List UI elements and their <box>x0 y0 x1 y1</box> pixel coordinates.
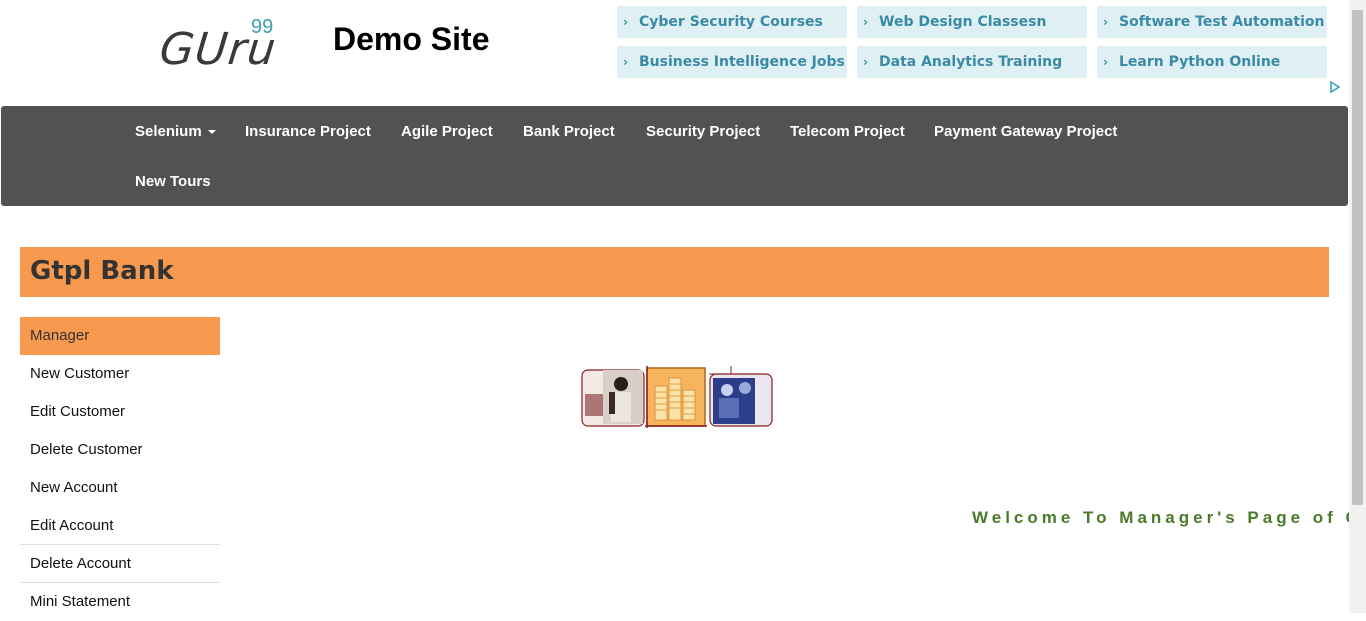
ad-label: Learn Python Online <box>1119 54 1281 70</box>
ad-label: Cyber Security Courses <box>639 14 823 30</box>
nav-label: Selenium <box>135 123 202 140</box>
nav-selenium-dropdown[interactable]: Selenium <box>135 123 216 140</box>
business-people-image <box>709 366 773 427</box>
ad-label: Web Design Classesn <box>879 14 1047 30</box>
ad-link-data-analytics[interactable]: › Data Analytics Training <box>857 46 1087 78</box>
bank-header: Gtpl Bank <box>20 247 1329 297</box>
menu-item-delete-account[interactable]: Delete Account <box>20 544 220 582</box>
menu-item-new-account[interactable]: New Account <box>20 469 220 507</box>
ad-label: Data Analytics Training <box>879 54 1063 70</box>
menu-item-mini-statement[interactable]: Mini Statement <box>20 582 220 620</box>
menu-item-manager[interactable]: Manager <box>20 317 220 355</box>
nav-security-project[interactable]: Security Project <box>646 123 760 140</box>
customer-phone-image <box>581 369 645 427</box>
chevron-right-icon: › <box>623 15 628 29</box>
bank-title: Gtpl Bank <box>30 256 174 286</box>
ad-link-business-intelligence[interactable]: › Business Intelligence Jobs <box>617 46 847 78</box>
logo-superscript: 99 <box>251 16 274 38</box>
menu-item-edit-customer[interactable]: Edit Customer <box>20 393 220 431</box>
chevron-right-icon: › <box>623 55 628 69</box>
scrollbar-thumb[interactable] <box>1352 10 1363 505</box>
nav-bank-project[interactable]: Bank Project <box>523 123 615 140</box>
nav-agile-project[interactable]: Agile Project <box>401 123 493 140</box>
adchoices-icon[interactable] <box>1328 80 1342 94</box>
ad-link-cyber-security[interactable]: › Cyber Security Courses <box>617 6 847 38</box>
ad-link-software-test[interactable]: › Software Test Automation <box>1097 6 1327 38</box>
bank-banner-images <box>581 366 773 428</box>
menu-item-edit-account[interactable]: Edit Account <box>20 507 220 545</box>
ad-link-web-design[interactable]: › Web Design Classesn <box>857 6 1087 38</box>
menu-item-new-customer[interactable]: New Customer <box>20 355 220 393</box>
nav-telecom-project[interactable]: Telecom Project <box>790 123 905 140</box>
ad-link-learn-python[interactable]: › Learn Python Online <box>1097 46 1327 78</box>
chevron-right-icon: › <box>1103 15 1108 29</box>
welcome-marquee: Welcome To Manager's Page of G <box>972 508 1363 527</box>
caret-down-icon <box>207 130 216 135</box>
coins-stack-image <box>645 366 707 428</box>
ad-label: Business Intelligence Jobs <box>639 54 845 70</box>
chevron-right-icon: › <box>863 15 868 29</box>
nav-payment-gateway-project[interactable]: Payment Gateway Project <box>934 123 1117 140</box>
main-navbar: Selenium Insurance Project Agile Project… <box>1 106 1348 206</box>
ad-label: Software Test Automation <box>1119 14 1325 30</box>
chevron-right-icon: › <box>863 55 868 69</box>
nav-insurance-project[interactable]: Insurance Project <box>245 123 371 140</box>
nav-new-tours[interactable]: New Tours <box>135 173 211 190</box>
guru99-logo[interactable]: GUru 99 <box>157 14 290 75</box>
site-title: Demo Site <box>333 21 490 57</box>
menu-item-delete-customer[interactable]: Delete Customer <box>20 431 220 469</box>
chevron-right-icon: › <box>1103 55 1108 69</box>
